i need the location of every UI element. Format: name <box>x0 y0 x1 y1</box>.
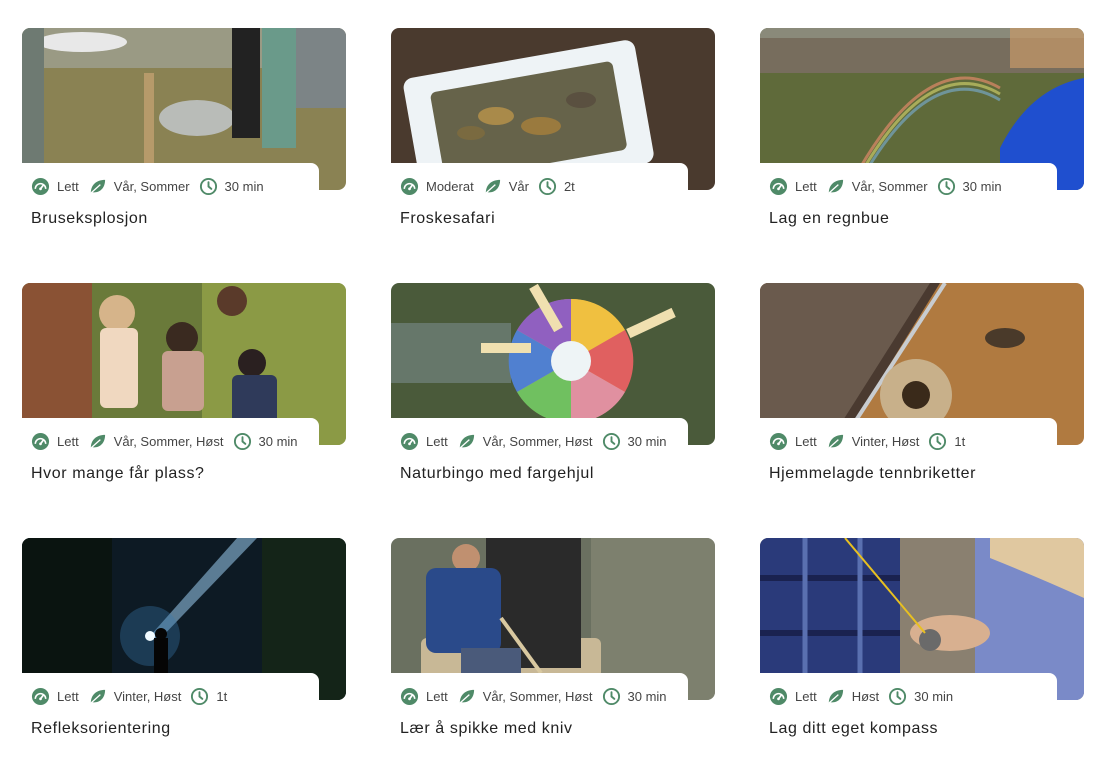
clock-icon <box>602 687 621 706</box>
gauge-icon <box>31 177 50 196</box>
duration-label: 30 min <box>914 688 954 704</box>
clock-icon <box>888 687 907 706</box>
difficulty-label: Lett <box>57 178 79 194</box>
difficulty-label: Lett <box>426 433 448 449</box>
activity-title[interactable]: Lær å spikke med kniv <box>400 720 573 738</box>
clock-icon <box>928 432 947 451</box>
duration-label: 30 min <box>224 178 264 194</box>
season-label: Vår, Sommer <box>851 178 928 194</box>
season-label: Vinter, Høst <box>113 688 182 704</box>
season-label: Vår, Sommer, Høst <box>113 433 224 449</box>
activity-title[interactable]: Froskesafari <box>400 210 495 228</box>
gauge-icon <box>769 432 788 451</box>
activity-card[interactable]: Moderat Vår 2t Froskesafari <box>391 28 715 258</box>
activity-title[interactable]: Bruseksplosjon <box>31 210 148 228</box>
duration-label: 30 min <box>627 688 667 704</box>
gauge-icon <box>31 432 50 451</box>
season-label: Vinter, Høst <box>851 433 920 449</box>
activity-card[interactable]: Lett Vår, Sommer, Høst 30 min Naturbingo… <box>391 283 715 513</box>
duration-label: 1t <box>954 433 966 449</box>
duration-label: 30 min <box>627 433 667 449</box>
activity-card[interactable]: Lett Vinter, Høst 1t Hjemmelagde tennbri… <box>760 283 1084 513</box>
leaf-icon <box>826 177 845 196</box>
difficulty-label: Moderat <box>426 178 474 194</box>
season-label: Vår <box>508 178 529 194</box>
leaf-icon <box>483 177 502 196</box>
difficulty-label: Lett <box>795 178 817 194</box>
gauge-icon <box>400 432 419 451</box>
clock-icon <box>937 177 956 196</box>
activity-title[interactable]: Refleksorientering <box>31 720 171 738</box>
difficulty-label: Lett <box>426 688 448 704</box>
gauge-icon <box>400 177 419 196</box>
clock-icon <box>199 177 218 196</box>
activity-card[interactable]: Lett Vår, Sommer, Høst 30 min Hvor mange… <box>22 283 346 513</box>
season-label: Vår, Sommer, Høst <box>482 688 593 704</box>
activity-title[interactable]: Naturbingo med fargehjul <box>400 465 594 483</box>
clock-icon <box>538 177 557 196</box>
activity-card[interactable]: Lett Vinter, Høst 1t Refleksorientering <box>22 538 346 768</box>
leaf-icon <box>88 177 107 196</box>
leaf-icon <box>88 432 107 451</box>
leaf-icon <box>826 432 845 451</box>
difficulty-label: Lett <box>57 433 79 449</box>
gauge-icon <box>400 687 419 706</box>
activity-card[interactable]: Lett Høst 30 min Lag ditt eget kompass <box>760 538 1084 768</box>
season-label: Vår, Sommer, Høst <box>482 433 593 449</box>
leaf-icon <box>457 687 476 706</box>
season-label: Vår, Sommer <box>113 178 190 194</box>
activity-card[interactable]: Lett Vår, Sommer 30 min Bruseksplosjon <box>22 28 346 258</box>
activity-title[interactable]: Lag ditt eget kompass <box>769 720 938 738</box>
difficulty-label: Lett <box>57 688 79 704</box>
clock-icon <box>190 687 209 706</box>
clock-icon <box>233 432 252 451</box>
difficulty-label: Lett <box>795 433 817 449</box>
difficulty-label: Lett <box>795 688 817 704</box>
duration-label: 30 min <box>962 178 1002 194</box>
activity-title[interactable]: Hjemmelagde tennbriketter <box>769 465 976 483</box>
gauge-icon <box>769 687 788 706</box>
activity-card[interactable]: Lett Vår, Sommer 30 min Lag en regnbue <box>760 28 1084 258</box>
activity-title[interactable]: Hvor mange får plass? <box>31 465 205 483</box>
gauge-icon <box>769 177 788 196</box>
activity-title[interactable]: Lag en regnbue <box>769 210 890 228</box>
duration-label: 1t <box>216 688 228 704</box>
season-label: Høst <box>851 688 880 704</box>
leaf-icon <box>88 687 107 706</box>
activity-card[interactable]: Lett Vår, Sommer, Høst 30 min Lær å spik… <box>391 538 715 768</box>
clock-icon <box>602 432 621 451</box>
duration-label: 30 min <box>258 433 298 449</box>
leaf-icon <box>826 687 845 706</box>
gauge-icon <box>31 687 50 706</box>
leaf-icon <box>457 432 476 451</box>
duration-label: 2t <box>563 178 575 194</box>
